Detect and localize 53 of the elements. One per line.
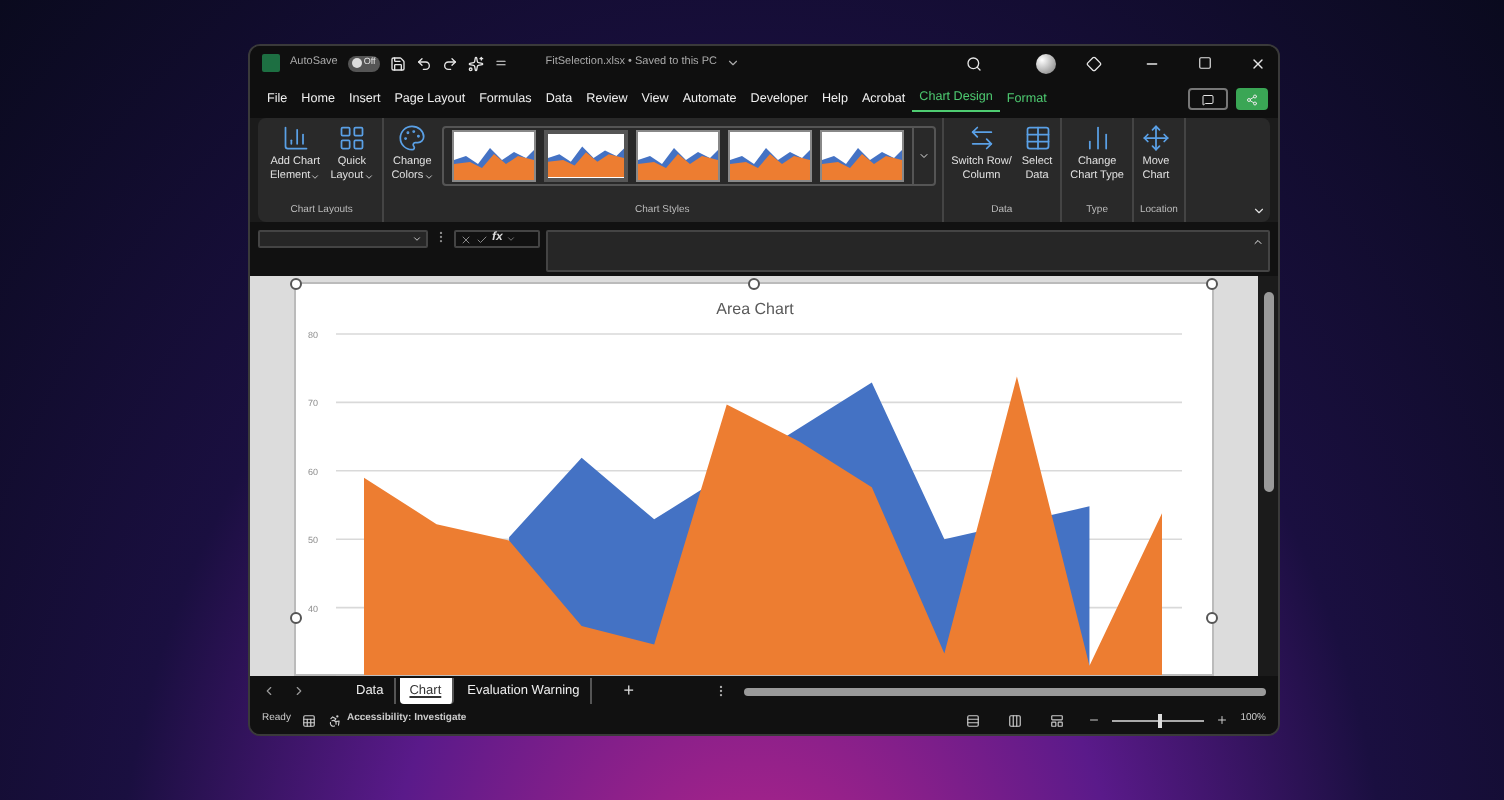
palette-icon [398,124,427,152]
maximize-icon[interactable] [1198,56,1212,70]
caret-icon [917,150,930,162]
app-logo-icon [262,54,280,72]
sheet-icon [302,713,317,727]
zoom-out-icon[interactable] [1088,714,1101,726]
normal-view-icon[interactable] [966,713,981,727]
caret-icon [310,172,321,182]
move-arrows-icon [1141,124,1170,152]
chart-style-thumbnail[interactable] [635,130,720,182]
customize-icon[interactable] [493,56,508,70]
layout-grid-icon [337,124,366,152]
share-icon [1246,93,1258,105]
chart-style-thumbnail[interactable] [819,130,904,182]
vertical-scrollbar[interactable] [1258,276,1278,676]
chart-style-thumbnail[interactable] [451,130,536,182]
caret-icon [412,234,422,244]
caret-icon [363,172,374,182]
chevron-icon[interactable] [726,56,741,70]
comment-button[interactable] [1188,88,1228,110]
enter-icon[interactable] [476,233,488,245]
diamond-icon[interactable] [1086,55,1102,71]
cancel-icon[interactable] [460,233,472,245]
swap-arrows-icon [967,124,996,152]
scroll-right-icon[interactable] [292,684,306,698]
bar-chart-icon [281,124,310,152]
avatar [1036,53,1056,73]
redo-icon[interactable] [441,55,458,71]
collapse-icon[interactable] [1252,236,1264,248]
formula-input[interactable] [546,230,1270,272]
share-button[interactable] [1236,88,1268,110]
save-icon[interactable] [389,55,406,71]
chart-title: Area Chart [716,300,794,318]
comment-icon [1202,93,1214,105]
sparkle-icon[interactable] [467,55,484,71]
caret-icon [423,172,434,182]
add-sheet-button[interactable]: + [623,677,635,705]
scroll-left-icon[interactable] [262,684,276,698]
accessibility-icon [328,713,343,727]
horizontal-scrollbar[interactable] [744,685,1266,697]
caret-icon [506,234,517,244]
zoom-in-icon[interactable] [1216,714,1229,726]
chart-style-thumbnail[interactable] [543,130,628,182]
search-icon[interactable] [966,55,982,71]
close-icon[interactable] [1250,55,1266,71]
zoom-thumb[interactable] [1158,713,1163,727]
page-break-icon[interactable] [1050,713,1065,727]
bar-chart-icon [1083,124,1112,152]
undo-icon[interactable] [415,55,432,71]
page-layout-icon[interactable] [1008,713,1023,727]
table-icon [1023,124,1052,152]
collapse-ribbon-icon[interactable] [1252,204,1266,218]
chart-style-thumbnail[interactable] [727,130,812,182]
